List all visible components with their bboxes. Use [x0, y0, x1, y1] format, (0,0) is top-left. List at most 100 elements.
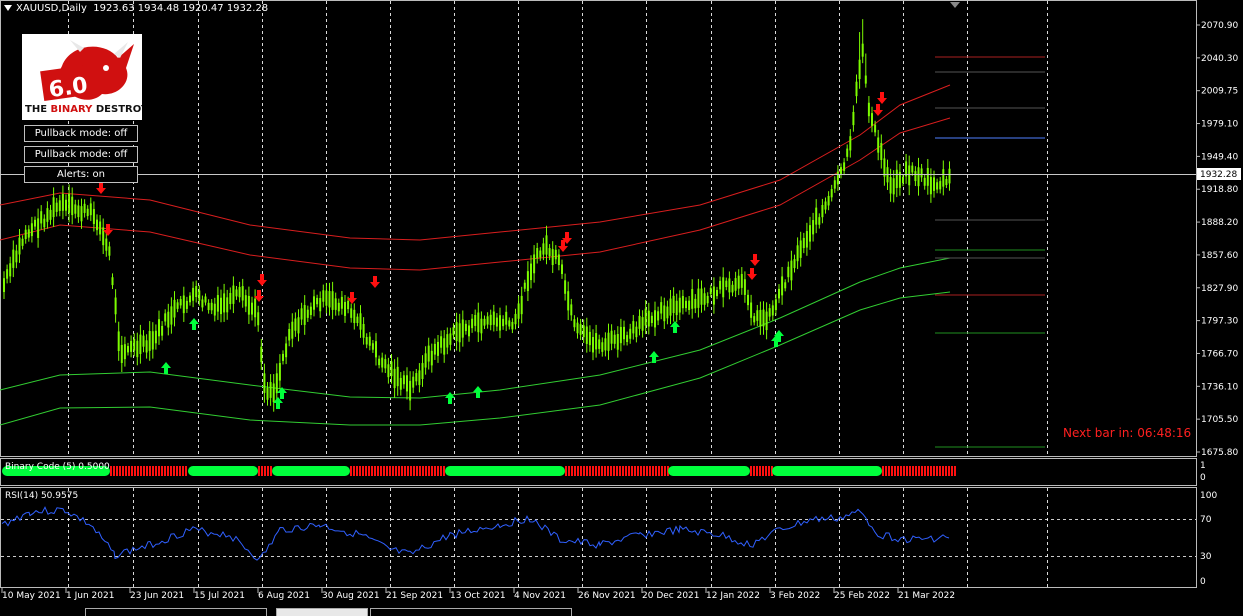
- candle-body: [902, 177, 904, 184]
- candle-body: [576, 322, 579, 334]
- candle-body: [489, 314, 492, 326]
- candle-body: [942, 169, 945, 187]
- candle-body: [520, 295, 523, 315]
- candle-body: [353, 309, 356, 323]
- time-label: 21 Mar 2022: [898, 591, 955, 601]
- candle-body: [734, 278, 737, 291]
- candle-body: [582, 325, 585, 338]
- binary-segment-down: [134, 466, 136, 476]
- candle-body: [74, 204, 77, 214]
- candle-body: [883, 158, 886, 177]
- candle-body: [130, 340, 133, 352]
- candle-body: [533, 254, 536, 274]
- candle-body: [471, 318, 474, 329]
- candle-body: [46, 208, 49, 222]
- rsi-scale-label: 100: [1200, 491, 1217, 501]
- candle-body: [21, 238, 24, 246]
- binary-segment-down: [377, 466, 379, 476]
- candle-body: [120, 344, 123, 363]
- candle-body: [877, 137, 880, 153]
- binary-destroyer-logo: 6.0 THE BINARY DESTROYER: [22, 34, 163, 120]
- candle-body: [365, 336, 368, 345]
- candle-body: [198, 290, 201, 301]
- candle-body: [192, 287, 195, 301]
- binary-segment-down: [649, 466, 651, 476]
- time-label: 12 Jan 2022: [706, 591, 760, 601]
- candle-body: [821, 205, 824, 218]
- candle-body: [201, 299, 204, 308]
- down-arrow-icon: [370, 276, 380, 288]
- binary-segment-down: [565, 466, 567, 476]
- candle-body: [337, 302, 340, 312]
- candle-body: [660, 302, 663, 314]
- candle-body: [161, 325, 164, 336]
- candle-body: [551, 249, 554, 266]
- binary-segment-down: [149, 466, 151, 476]
- candle-body: [861, 43, 864, 57]
- candle-body: [189, 295, 191, 303]
- candle-body: [747, 294, 749, 306]
- alerts-button[interactable]: Alerts: on: [24, 166, 138, 183]
- trading-chart[interactable]: 2070.90 2040.30 2009.75 1979.10 1949.40 1918.…: [0, 0, 1243, 615]
- candle-body: [288, 328, 291, 341]
- candle-body: [731, 284, 734, 293]
- candle-body: [297, 317, 300, 334]
- candle-body: [399, 377, 402, 390]
- price-tick-label: 2009.75: [1201, 87, 1238, 97]
- binary-segment-down: [270, 466, 272, 476]
- chart-shift-marker[interactable]: [950, 2, 960, 8]
- candle-body: [926, 167, 929, 186]
- binary-segment-up: [272, 466, 350, 476]
- candle-body: [830, 189, 833, 198]
- candle-body: [350, 308, 353, 318]
- up-arrow-icon: [670, 321, 680, 333]
- binary-segment-down: [882, 466, 884, 476]
- symbol-title: XAUUSD,Daily 1923.63 1934.48 1920.47 193…: [4, 3, 268, 14]
- binary-segment-down: [942, 466, 944, 476]
- binary-segment-down: [440, 466, 442, 476]
- binary-segment-down: [110, 466, 112, 476]
- price-tick-label: 2070.90: [1201, 21, 1238, 31]
- binary-segment-down: [116, 466, 118, 476]
- pullback-mode-button-2[interactable]: Pullback mode: off: [24, 146, 138, 163]
- price-tick-label: 1857.60: [1201, 251, 1238, 261]
- rsi-panel: 100 70 30 0: [1, 491, 1217, 587]
- binary-segment-down: [604, 466, 606, 476]
- dropdown-triangle-icon[interactable]: [4, 5, 12, 11]
- binary-segment-down: [610, 466, 612, 476]
- candle-body: [99, 221, 102, 235]
- binary-segment-down: [437, 466, 439, 476]
- binary-segment-down: [568, 466, 570, 476]
- candle-body: [486, 316, 489, 325]
- binary-segment-down: [185, 466, 187, 476]
- binary-segment-down: [413, 466, 415, 476]
- candle-body: [595, 333, 598, 350]
- level-lines: [935, 56, 1045, 448]
- binary-segment-down: [927, 466, 929, 476]
- candle-body: [49, 209, 52, 220]
- candle-body: [185, 300, 188, 309]
- candle-body: [852, 111, 855, 126]
- candle-body: [216, 295, 219, 312]
- candle-body: [880, 142, 883, 161]
- binary-code-bar: 10: [2, 461, 1206, 483]
- binary-segment-down: [267, 466, 269, 476]
- candle-body: [83, 203, 86, 213]
- candle-body: [24, 229, 27, 240]
- binary-segment-down: [407, 466, 409, 476]
- time-label: 20 Dec 2021: [642, 591, 700, 601]
- candle-body: [390, 361, 393, 377]
- price-tick-label: 1766.70: [1201, 349, 1238, 359]
- binary-segment-down: [416, 466, 418, 476]
- binary-segment-down: [903, 466, 905, 476]
- binary-segment-down: [176, 466, 178, 476]
- candle-body: [322, 290, 325, 302]
- candle-body: [244, 295, 247, 307]
- time-label: 4 Nov 2021: [514, 591, 566, 601]
- candle-body: [514, 313, 517, 325]
- candle-body: [294, 318, 297, 331]
- candle-body: [316, 297, 319, 305]
- pullback-mode-button[interactable]: Pullback mode: off: [24, 125, 138, 142]
- candle-body: [793, 259, 796, 269]
- candle-body: [55, 202, 58, 212]
